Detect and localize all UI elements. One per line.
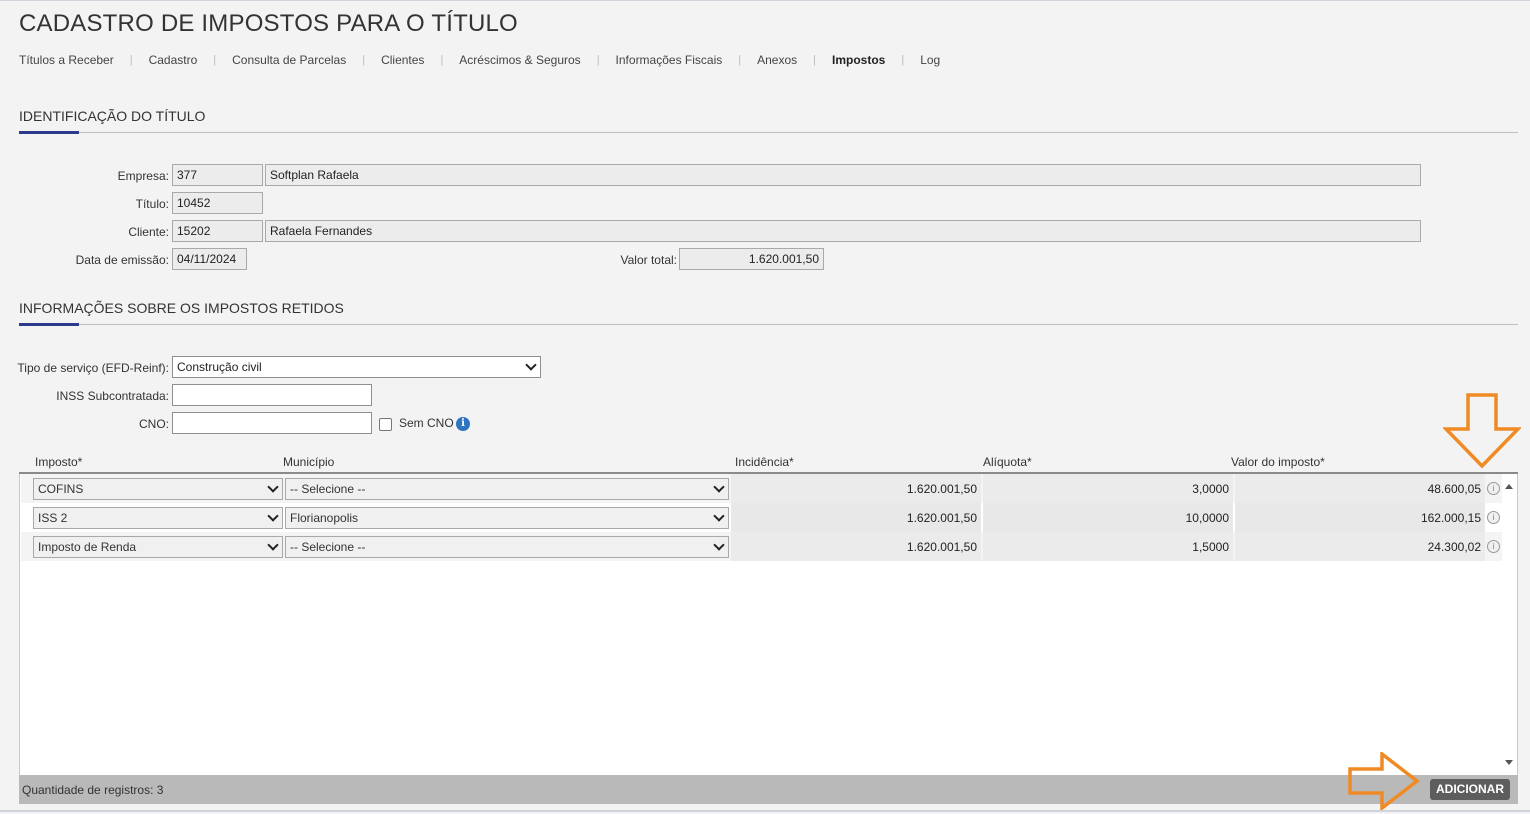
municipio-select[interactable]: -- Selecione -- <box>285 478 729 500</box>
incidencia-cell[interactable]: 1.620.001,50 <box>731 503 981 532</box>
cliente-label: Cliente: <box>128 225 169 239</box>
valor-total-label: Valor total: <box>620 253 677 267</box>
tab-cadastro[interactable]: Cadastro <box>149 53 198 67</box>
row-info-icon[interactable]: i <box>1487 511 1500 524</box>
tab-log[interactable]: Log <box>920 53 940 67</box>
cno-input[interactable] <box>172 412 372 434</box>
municipio-value: Florianopolis <box>290 511 359 525</box>
valor-total-field: 1.620.001,50 <box>679 248 824 270</box>
tipo-servico-value: Construção civil <box>177 360 262 374</box>
imposto-select[interactable]: COFINS <box>33 478 283 500</box>
imposto-select[interactable]: Imposto de Renda <box>33 536 283 558</box>
column-header-valor-imposto[interactable]: Valor do imposto* <box>1231 455 1325 469</box>
tab-clientes[interactable]: Clientes <box>381 53 424 67</box>
aliquota-cell[interactable]: 3,0000 <box>983 474 1233 503</box>
grid-scrollbar[interactable] <box>1502 474 1517 775</box>
municipio-select[interactable]: Florianopolis <box>285 507 729 529</box>
column-header-aliquota[interactable]: Alíquota* <box>983 455 1032 469</box>
tab-impostos[interactable]: Impostos <box>832 53 885 67</box>
imposto-value: ISS 2 <box>38 511 68 525</box>
aliquota-cell[interactable]: 10,0000 <box>983 503 1233 532</box>
scroll-down-icon[interactable] <box>1505 760 1513 765</box>
row-info-icon[interactable]: i <box>1487 540 1500 553</box>
grid-header: Imposto* Município Incidência* Alíquota*… <box>19 450 1518 474</box>
tab-separator: | <box>596 54 600 66</box>
empresa-label: Empresa: <box>117 169 169 183</box>
aliquota-cell[interactable]: 1,5000 <box>983 532 1233 561</box>
tab-separator: | <box>362 54 366 66</box>
tab-separator: | <box>129 54 133 66</box>
top-border <box>0 0 1530 1</box>
data-emissao-field: 04/11/2024 <box>172 248 247 270</box>
tab-acrescimos-seguros[interactable]: Acréscimos & Seguros <box>459 53 580 67</box>
tab-separator: | <box>901 54 905 66</box>
chevron-down-icon <box>713 539 725 551</box>
table-row[interactable]: COFINS -- Selecione -- 1.620.001,50 3,00… <box>21 474 1503 503</box>
empresa-codigo-field: 377 <box>172 164 263 186</box>
valor-imposto-cell[interactable]: 48.600,05 <box>1235 474 1485 503</box>
page-title: CADASTRO DE IMPOSTOS PARA O TÍTULO <box>19 10 518 37</box>
tab-anexos[interactable]: Anexos <box>757 53 797 67</box>
titulo-field: 10452 <box>172 192 263 214</box>
tab-titulos-a-receber[interactable]: Títulos a Receber <box>19 53 114 67</box>
titulo-label: Título: <box>135 197 169 211</box>
add-button[interactable]: ADICIONAR <box>1430 779 1510 800</box>
arrow-down-annotation-icon <box>1443 393 1521 469</box>
chevron-down-icon <box>267 481 279 493</box>
imposto-select[interactable]: ISS 2 <box>33 507 283 529</box>
grid-body: COFINS -- Selecione -- 1.620.001,50 3,00… <box>19 474 1518 775</box>
chevron-down-icon <box>713 481 725 493</box>
scroll-up-icon[interactable] <box>1505 484 1513 489</box>
table-row[interactable]: Imposto de Renda -- Selecione -- 1.620.0… <box>21 532 1503 561</box>
tipo-servico-label: Tipo de serviço (EFD-Reinf): <box>17 361 169 375</box>
chevron-down-icon <box>267 539 279 551</box>
valor-imposto-cell[interactable]: 162.000,15 <box>1235 503 1485 532</box>
section-title-identificacao: IDENTIFICAÇÃO DO TÍTULO <box>19 108 206 124</box>
column-header-municipio[interactable]: Município <box>283 455 334 469</box>
section-title-impostos-retidos: INFORMAÇÕES SOBRE OS IMPOSTOS RETIDOS <box>19 300 344 316</box>
chevron-down-icon <box>267 510 279 522</box>
section-accent <box>19 323 79 326</box>
table-row[interactable]: ISS 2 Florianopolis 1.620.001,50 10,0000… <box>21 503 1503 532</box>
incidencia-cell[interactable]: 1.620.001,50 <box>731 532 981 561</box>
column-header-incidencia[interactable]: Incidência* <box>735 455 794 469</box>
cliente-nome-field: Rafaela Fernandes <box>265 220 1421 242</box>
bottom-border <box>0 810 1530 812</box>
chevron-down-icon <box>713 510 725 522</box>
info-icon[interactable]: i <box>456 417 470 431</box>
section-accent <box>19 131 79 134</box>
tab-separator: | <box>440 54 444 66</box>
section-divider <box>19 132 1518 133</box>
incidencia-cell[interactable]: 1.620.001,50 <box>731 474 981 503</box>
chevron-down-icon <box>525 359 537 371</box>
tab-consulta-de-parcelas[interactable]: Consulta de Parcelas <box>232 53 346 67</box>
municipio-select[interactable]: -- Selecione -- <box>285 536 729 558</box>
valor-imposto-cell[interactable]: 24.300,02 <box>1235 532 1485 561</box>
tab-separator: | <box>813 54 816 66</box>
sem-cno-checkbox[interactable] <box>379 418 392 431</box>
section-divider <box>19 324 1518 325</box>
inss-subcontratada-input[interactable] <box>172 384 372 406</box>
data-emissao-label: Data de emissão: <box>75 253 169 267</box>
record-count: Quantidade de registros: 3 <box>22 783 164 797</box>
column-header-imposto[interactable]: Imposto* <box>35 455 82 469</box>
row-info-icon[interactable]: i <box>1487 482 1500 495</box>
cno-label: CNO: <box>139 417 169 431</box>
grid-footer: Quantidade de registros: 3 ADICIONAR <box>19 775 1518 804</box>
tab-separator: | <box>738 54 742 66</box>
tab-informacoes-fiscais[interactable]: Informações Fiscais <box>616 53 723 67</box>
tab-separator: | <box>213 54 217 66</box>
cliente-codigo-field: 15202 <box>172 220 263 242</box>
imposto-value: Imposto de Renda <box>38 540 137 554</box>
sem-cno-label: Sem CNO <box>399 416 454 430</box>
tipo-servico-select[interactable]: Construção civil <box>172 356 541 378</box>
municipio-value: -- Selecione -- <box>290 482 366 496</box>
inss-subcontratada-label: INSS Subcontratada: <box>56 389 169 403</box>
imposto-value: COFINS <box>38 482 84 496</box>
empresa-nome-field: Softplan Rafaela <box>265 164 1421 186</box>
tab-bar: Títulos a Receber | Cadastro | Consulta … <box>19 53 940 67</box>
arrow-right-annotation-icon <box>1348 752 1420 810</box>
municipio-value: -- Selecione -- <box>290 540 366 554</box>
